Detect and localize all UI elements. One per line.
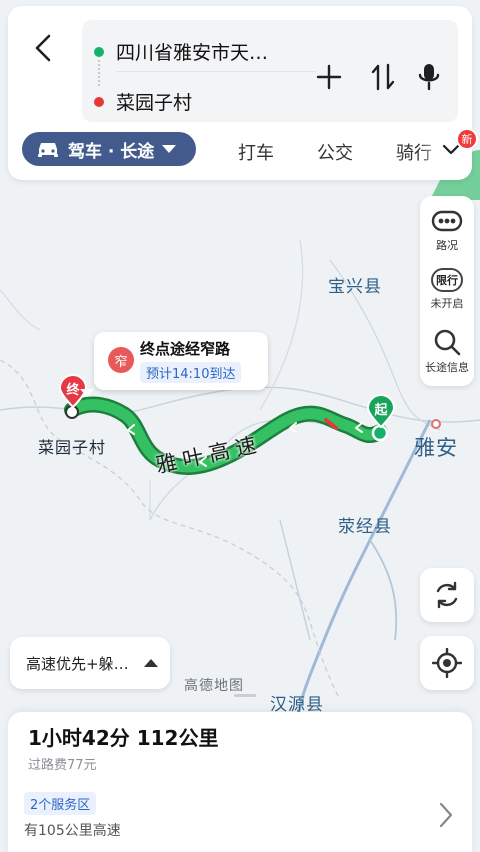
locate-icon <box>432 648 462 678</box>
route-input-box: 四川省雅安市天… 菜园子村 <box>82 20 458 122</box>
tab-bus[interactable]: 公交 <box>317 139 353 165</box>
map-watermark: 高德地图 <box>184 678 244 694</box>
longtrip-label: 长途信息 <box>425 361 469 374</box>
map-scale-bar <box>234 694 256 697</box>
locate-me-button[interactable] <box>420 636 474 690</box>
chevron-up-icon <box>144 659 158 667</box>
route-time-distance: 1小时42分 112公里 <box>28 726 219 750</box>
traffic-label: 路况 <box>436 239 458 252</box>
traffic-icon <box>431 210 463 232</box>
route-connector <box>98 60 100 86</box>
traffic-toggle[interactable]: 路况 <box>420 208 474 253</box>
map-label-yaan: 雅安 <box>414 436 458 460</box>
map-label-yingjing: 荥经县 <box>338 517 392 537</box>
restriction-label: 未开启 <box>430 297 464 310</box>
narrow-road-badge: 窄 <box>108 347 134 373</box>
popup-eta: 预计14:10到达 <box>140 362 242 383</box>
start-point-field[interactable]: 四川省雅安市天… <box>94 38 268 65</box>
new-badge: 新 <box>456 128 478 150</box>
restriction-toggle[interactable]: 限行 未开启 <box>420 268 474 311</box>
start-point-text: 四川省雅安市天… <box>116 42 269 64</box>
voice-input-button[interactable] <box>412 60 446 94</box>
travel-mode-tabs: 驾车 · 长途 打车 公交 骑行 新 <box>22 128 478 170</box>
map-tools-panel: 路况 限行 未开启 长途信息 <box>420 196 474 386</box>
car-icon <box>38 143 58 157</box>
add-waypoint-button[interactable] <box>312 60 346 94</box>
narrow-road-popup[interactable]: 窄 终点途经窄路 预计14:10到达 <box>94 332 268 390</box>
longtrip-info-button[interactable]: 长途信息 <box>420 328 474 375</box>
highway-info: 有105公里高速 <box>24 823 121 839</box>
mode-dropdown-icon <box>162 145 177 153</box>
swap-icon <box>371 63 395 91</box>
end-point-field[interactable]: 菜园子村 <box>94 88 192 115</box>
swap-route-button[interactable] <box>366 60 400 94</box>
tab-taxi[interactable]: 打车 <box>238 139 274 165</box>
back-arrow-icon <box>35 34 51 62</box>
chevron-right-icon[interactable] <box>436 800 456 830</box>
route-preference-label: 高速优先+躲… <box>26 654 129 673</box>
restriction-icon: 限行 <box>431 268 463 292</box>
tab-drive-longtrip[interactable]: 驾车 · 长途 <box>22 132 196 166</box>
map-label-baoxing: 宝兴县 <box>328 277 382 297</box>
end-dot-icon <box>94 96 104 107</box>
popup-title: 终点途经窄路 <box>140 340 231 358</box>
refresh-icon <box>436 581 458 609</box>
route-header: 四川省雅安市天… 菜园子村 驾车 · 长途 打车 公交 骑行 新 <box>8 6 478 180</box>
map-label-caiyuanzi: 菜园子村 <box>38 438 107 457</box>
popup-tail <box>80 389 94 397</box>
start-pin-label: 起 <box>374 403 388 418</box>
route-summary-sheet[interactable]: 1小时42分 112公里 过路费77元 2个服务区 有105公里高速 <box>8 712 472 852</box>
microphone-icon <box>418 64 440 91</box>
route-divider <box>116 71 316 72</box>
back-button[interactable] <box>26 28 60 68</box>
refresh-route-button[interactable] <box>420 568 474 622</box>
end-point-text: 菜园子村 <box>116 92 193 114</box>
start-dot-icon <box>94 46 104 57</box>
route-preference-selector[interactable]: 高速优先+躲… <box>10 637 170 689</box>
tab-drive-label: 驾车 · 长途 <box>68 141 155 162</box>
plus-icon <box>316 64 342 90</box>
search-icon <box>434 329 461 356</box>
route-toll: 过路费77元 <box>28 758 97 773</box>
service-area-badge[interactable]: 2个服务区 <box>24 792 97 815</box>
